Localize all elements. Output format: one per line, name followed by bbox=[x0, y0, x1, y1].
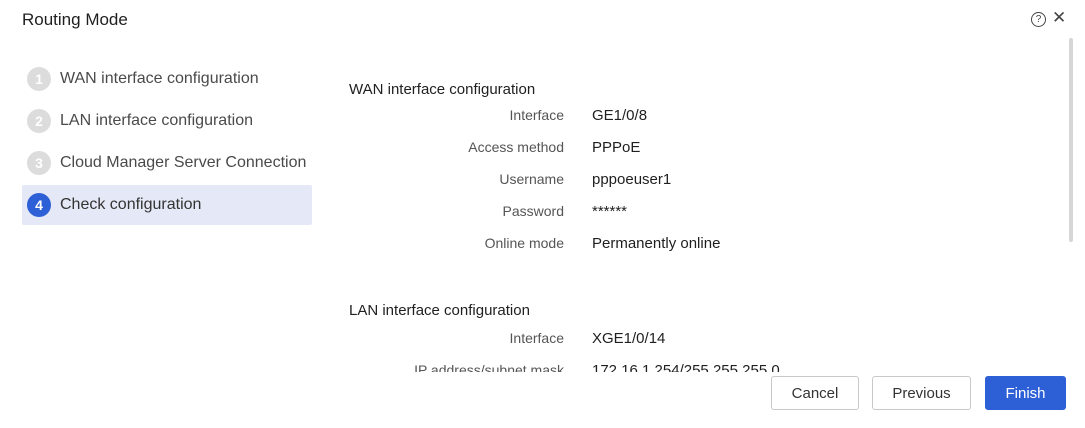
step-label: LAN interface configuration bbox=[60, 112, 253, 129]
field-label: IP address/subnet mask bbox=[414, 362, 564, 372]
lan-summary-section: LAN interface configuration Interface XG… bbox=[340, 300, 780, 372]
wan-summary-section: WAN interface configuration Interface GE… bbox=[340, 79, 720, 259]
field-value: ****** bbox=[592, 202, 628, 220]
scrollbar[interactable] bbox=[1069, 38, 1073, 242]
step-item-check-configuration[interactable]: 4 Check configuration bbox=[22, 185, 312, 225]
field-label: Online mode bbox=[484, 235, 564, 251]
field-label: Username bbox=[499, 171, 564, 187]
field-value: XGE1/0/14 bbox=[592, 329, 666, 347]
step-item-lan[interactable]: 2 LAN interface configuration bbox=[22, 101, 312, 141]
step-item-wan[interactable]: 1 WAN interface configuration bbox=[22, 59, 312, 99]
summary-row: IP address/subnet mask 172.16.1.254/255.… bbox=[340, 354, 780, 373]
summary-row: Interface GE1/0/8 bbox=[340, 99, 720, 131]
step-number-badge: 1 bbox=[27, 67, 51, 91]
summary-row: Interface XGE1/0/14 bbox=[340, 322, 780, 354]
dialog-title: Routing Mode bbox=[22, 10, 128, 29]
step-number-badge: 2 bbox=[27, 109, 51, 133]
field-label: Interface bbox=[509, 107, 564, 123]
field-value: GE1/0/8 bbox=[592, 106, 648, 124]
cancel-button[interactable]: Cancel bbox=[771, 376, 859, 410]
summary-row: Username pppoeuser1 bbox=[340, 163, 720, 195]
configuration-summary[interactable]: WAN interface configuration Interface GE… bbox=[340, 70, 1060, 372]
help-icon[interactable]: ? bbox=[1031, 12, 1046, 27]
step-label: Check configuration bbox=[60, 196, 202, 213]
summary-row: Online mode Permanently online bbox=[340, 227, 721, 259]
step-item-cloud-manager[interactable]: 3 Cloud Manager Server Connection bbox=[22, 143, 312, 183]
field-label: Interface bbox=[509, 330, 564, 346]
step-label: WAN interface configuration bbox=[60, 70, 259, 87]
routing-mode-dialog: Routing Mode ? ✕ 1 WAN interface configu… bbox=[0, 0, 1085, 428]
section-title: LAN interface configuration bbox=[349, 302, 530, 319]
previous-button[interactable]: Previous bbox=[872, 376, 971, 410]
step-number-badge: 4 bbox=[27, 193, 51, 217]
field-value: pppoeuser1 bbox=[592, 170, 672, 188]
step-label: Cloud Manager Server Connection bbox=[60, 154, 307, 171]
summary-row: Password ****** bbox=[340, 195, 720, 227]
field-label: Access method bbox=[468, 139, 564, 155]
finish-button[interactable]: Finish bbox=[985, 376, 1066, 410]
step-number-badge: 3 bbox=[27, 151, 51, 175]
field-value: 172.16.1.254/255.255.255.0 bbox=[592, 361, 780, 373]
field-value: Permanently online bbox=[592, 234, 721, 252]
field-value: PPPoE bbox=[592, 138, 641, 156]
close-icon[interactable]: ✕ bbox=[1052, 9, 1066, 27]
field-label: Password bbox=[502, 203, 564, 219]
step-list: 1 WAN interface configuration 2 LAN inte… bbox=[22, 59, 312, 227]
section-title: WAN interface configuration bbox=[349, 81, 536, 98]
summary-row: Access method PPPoE bbox=[340, 131, 720, 163]
